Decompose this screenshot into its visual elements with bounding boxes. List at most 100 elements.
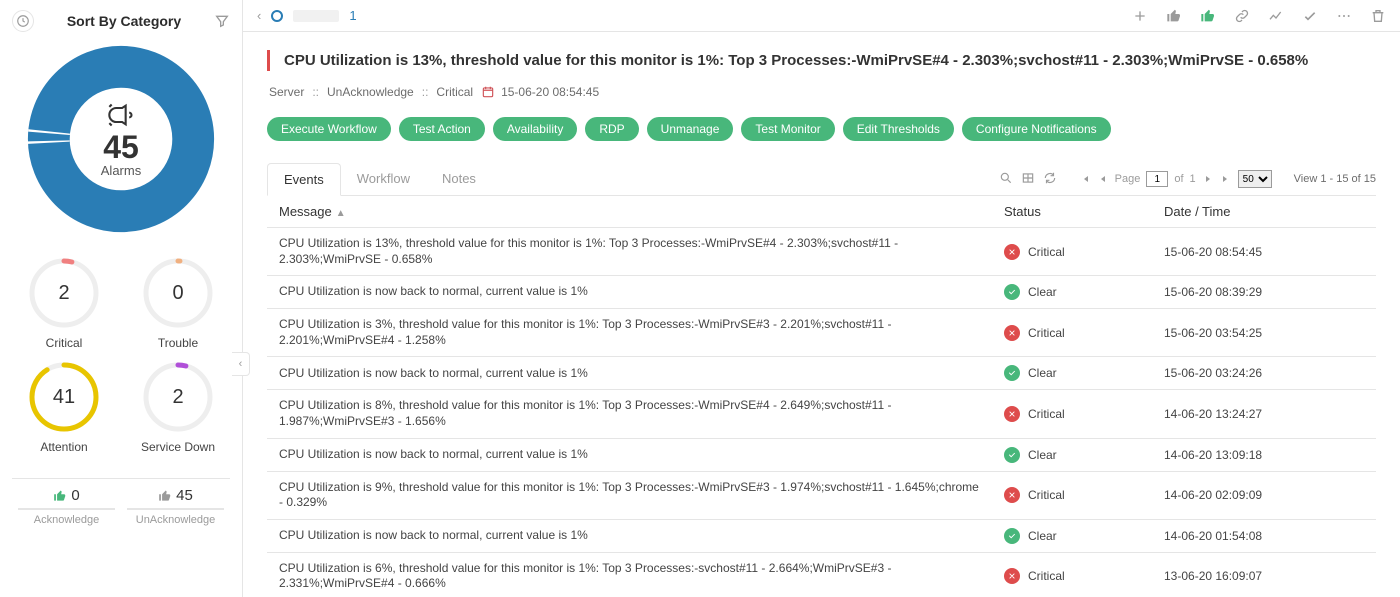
action-execute workflow[interactable]: Execute Workflow <box>267 117 391 141</box>
thumbs-up-gray-icon[interactable] <box>1166 8 1182 24</box>
tab-workflow[interactable]: Workflow <box>341 163 426 195</box>
category-label: Trouble <box>158 336 198 350</box>
row-date: 15-06-20 08:54:45 <box>1164 245 1364 259</box>
pager-total: 1 <box>1190 173 1196 185</box>
search-icon[interactable] <box>999 171 1013 188</box>
row-status: Clear <box>1028 366 1057 380</box>
pager-last-icon[interactable] <box>1220 173 1232 185</box>
category-service down[interactable]: 2 Service Down <box>126 360 230 454</box>
topbar: ‹ 1 <box>243 0 1400 32</box>
table-row[interactable]: CPU Utilization is now back to normal, c… <box>267 276 1376 309</box>
check-icon[interactable] <box>1302 8 1318 24</box>
row-date: 14-06-20 01:54:08 <box>1164 529 1364 543</box>
action-unmanage[interactable]: Unmanage <box>647 117 734 141</box>
action-test monitor[interactable]: Test Monitor <box>741 117 834 141</box>
pager-size-select[interactable]: 50 <box>1238 170 1272 188</box>
sidebar-title: Sort By Category <box>67 13 181 29</box>
action-configure notifications[interactable]: Configure Notifications <box>962 117 1111 141</box>
severity-label: Critical <box>436 85 473 99</box>
row-date: 15-06-20 08:39:29 <box>1164 285 1364 299</box>
row-message: CPU Utilization is 9%, threshold value f… <box>279 480 1004 511</box>
critical-icon <box>1004 568 1020 584</box>
alert-timestamp: 15-06-20 08:54:45 <box>501 85 599 99</box>
recent-icon[interactable] <box>12 10 34 32</box>
action-rdp[interactable]: RDP <box>585 117 638 141</box>
refresh-icon[interactable] <box>1043 171 1057 188</box>
pager-next-icon[interactable] <box>1202 173 1214 185</box>
table-row[interactable]: CPU Utilization is 8%, threshold value f… <box>267 390 1376 438</box>
row-message: CPU Utilization is 6%, threshold value f… <box>279 561 1004 592</box>
clear-icon <box>1004 528 1020 544</box>
action-test action[interactable]: Test Action <box>399 117 485 141</box>
pager-prev-icon[interactable] <box>1097 173 1109 185</box>
row-date: 14-06-20 02:09:09 <box>1164 488 1364 502</box>
add-icon[interactable] <box>1132 8 1148 24</box>
category-value: 2 <box>27 256 101 330</box>
tab-events[interactable]: Events <box>267 163 341 196</box>
row-message: CPU Utilization is now back to normal, c… <box>279 284 1004 300</box>
row-date: 15-06-20 03:24:26 <box>1164 366 1364 380</box>
category-attention[interactable]: 41 Attention <box>12 360 116 454</box>
critical-icon <box>1004 244 1020 260</box>
table-row[interactable]: CPU Utilization is 13%, threshold value … <box>267 228 1376 276</box>
table-row[interactable]: CPU Utilization is now back to normal, c… <box>267 357 1376 390</box>
table-row[interactable]: CPU Utilization is 6%, threshold value f… <box>267 553 1376 597</box>
col-date[interactable]: Date / Time <box>1164 204 1364 219</box>
back-icon[interactable]: ‹ <box>257 8 261 23</box>
row-date: 14-06-20 13:24:27 <box>1164 407 1364 421</box>
col-message[interactable]: Message▲ <box>279 204 1004 219</box>
unack-label: UnAcknowledge <box>121 514 230 526</box>
clear-icon <box>1004 284 1020 300</box>
table-row[interactable]: CPU Utilization is 3%, threshold value f… <box>267 309 1376 357</box>
tab-notes[interactable]: Notes <box>426 163 492 195</box>
view-count: View 1 - 15 of 15 <box>1294 173 1376 185</box>
alarm-total-label: Alarms <box>101 163 141 178</box>
action-edit thresholds[interactable]: Edit Thresholds <box>843 117 954 141</box>
clear-icon <box>1004 447 1020 463</box>
events-table: Message▲ Status Date / Time CPU Utilizat… <box>267 196 1376 597</box>
pager-first-icon[interactable] <box>1079 173 1091 185</box>
calendar-icon: 15-06-20 08:54:45 <box>481 85 599 99</box>
critical-icon <box>1004 325 1020 341</box>
device-type: Server <box>269 85 304 99</box>
columns-icon[interactable] <box>1021 171 1035 188</box>
sidebar: Sort By Category 45 Alarms <box>0 0 243 597</box>
row-status: Clear <box>1028 285 1057 299</box>
row-date: 14-06-20 13:09:18 <box>1164 448 1364 462</box>
unack-count: 45 <box>176 487 193 504</box>
category-label: Service Down <box>141 440 215 454</box>
row-status: Clear <box>1028 448 1057 462</box>
critical-icon <box>1004 487 1020 503</box>
pager-page-input[interactable] <box>1146 171 1168 187</box>
clear-icon <box>1004 365 1020 381</box>
row-status: Clear <box>1028 529 1057 543</box>
row-status: Critical <box>1028 326 1065 340</box>
breadcrumb-number[interactable]: 1 <box>349 8 356 23</box>
category-value: 2 <box>141 360 215 434</box>
ack-label: Acknowledge <box>12 514 121 526</box>
category-label: Attention <box>40 440 87 454</box>
link-icon[interactable] <box>1234 8 1250 24</box>
table-row[interactable]: CPU Utilization is now back to normal, c… <box>267 439 1376 472</box>
unacknowledge-count[interactable]: 45 UnAcknowledge <box>121 487 230 526</box>
menu-icon[interactable] <box>1336 8 1352 24</box>
row-message: CPU Utilization is now back to normal, c… <box>279 366 1004 382</box>
pager-page-label: Page <box>1115 173 1141 185</box>
filter-icon[interactable] <box>214 13 230 29</box>
category-trouble[interactable]: 0 Trouble <box>126 256 230 350</box>
row-status: Critical <box>1028 569 1065 583</box>
chart-icon[interactable] <box>1268 8 1284 24</box>
col-status[interactable]: Status <box>1004 204 1164 219</box>
acknowledge-count[interactable]: 0 Acknowledge <box>12 487 121 526</box>
thumbs-up-green-icon[interactable] <box>1200 8 1216 24</box>
category-critical[interactable]: 2 Critical <box>12 256 116 350</box>
sidebar-collapse-handle[interactable]: ‹ <box>232 352 250 376</box>
category-label: Critical <box>46 336 83 350</box>
breadcrumb: ‹ 1 <box>257 8 357 23</box>
row-message: CPU Utilization is 8%, threshold value f… <box>279 398 1004 429</box>
category-value: 41 <box>27 360 101 434</box>
action-availability[interactable]: Availability <box>493 117 577 141</box>
table-row[interactable]: CPU Utilization is 9%, threshold value f… <box>267 472 1376 520</box>
table-row[interactable]: CPU Utilization is now back to normal, c… <box>267 520 1376 553</box>
trash-icon[interactable] <box>1370 8 1386 24</box>
